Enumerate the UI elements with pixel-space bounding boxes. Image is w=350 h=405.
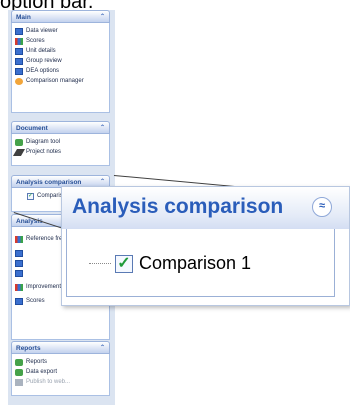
comparison-item[interactable]: ✓ Comparison 1 [89,253,251,274]
main-panel: Main ⌃ Data viewer Scores Unit details G… [11,10,110,113]
sidebar-item-label: Project notes [26,149,62,155]
group-icon [15,57,23,65]
sidebar-item-data-export[interactable]: Data export [15,367,106,377]
analysis-comparison-panel-title: Analysis comparison [16,179,82,186]
sidebar-item-data-viewer[interactable]: Data viewer [15,26,106,36]
main-panel-title: Main [16,14,31,21]
chart-icon [15,249,23,257]
sidebar-item-diagram-tool[interactable]: Diagram tool [15,137,106,147]
zoomed-analysis-comparison-panel: Analysis comparison ≈ ✓ Comparison 1 [61,186,350,306]
options-icon [15,67,23,75]
unit-icon [15,47,23,55]
sidebar-item-label: Data viewer [26,28,58,34]
checkbox-icon[interactable]: ✓ [27,192,34,200]
reference-icon [15,235,23,243]
chart-icon [15,259,23,267]
comparison-label: Comparison 1 [139,253,252,273]
improvement-icon [15,283,23,291]
main-panel-header[interactable]: Main ⌃ [11,10,110,23]
scores-icon [15,37,23,45]
sidebar-item-comparison-manager[interactable]: Comparison manager [15,76,106,86]
document-panel: Document ⌃ Diagram tool Project notes [11,121,110,166]
sidebar-item-dea-options[interactable]: DEA options [15,66,106,76]
grid-icon [15,27,23,35]
checkbox-icon[interactable]: ✓ [115,254,133,273]
document-panel-title: Document [16,125,48,132]
sidebar-item-unit-details[interactable]: Unit details [15,46,106,56]
manager-icon [15,77,23,85]
sidebar-item-label: Publish to web... [26,379,71,385]
collapse-icon[interactable]: ⌃ [100,122,105,135]
publish-icon [15,378,23,386]
sidebar-item-label: Scores [26,38,45,44]
reports-panel: Reports ⌃ Reports Data export Publish to… [11,341,110,396]
sidebar-item-label: DEA options [26,68,60,74]
zoomed-panel-title: Analysis comparison [72,195,284,218]
collapse-panel-icon[interactable]: ≈ [312,197,332,217]
pen-icon [12,148,26,156]
diagram-icon [15,138,23,146]
reports-panel-title: Reports [16,345,41,352]
reports-panel-header[interactable]: Reports ⌃ [11,341,110,354]
sidebar-item-reports[interactable]: Reports [15,357,106,367]
sidebar-item-label: Group review [26,58,62,64]
sidebar-item-label: Reports [26,359,48,365]
collapse-icon[interactable]: ⌃ [100,11,105,24]
collapse-icon[interactable]: ⌃ [100,342,105,355]
sidebar-item-publish: Publish to web... [15,377,106,387]
sidebar-item-label: Unit details [26,48,56,54]
reports-icon [15,358,23,366]
sidebar-item-project-notes[interactable]: Project notes [12,147,106,157]
sidebar-item-group-review[interactable]: Group review [15,56,106,66]
zoomed-panel-body: ✓ Comparison 1 [66,229,335,297]
sidebar-item-label: Diagram tool [26,139,61,145]
sidebar-item-label: Data export [26,369,58,375]
export-icon [15,368,23,376]
zoomed-panel-header[interactable]: Analysis comparison ≈ [62,187,349,229]
chart-icon [15,269,23,277]
scores-icon [15,297,23,305]
document-panel-header[interactable]: Document ⌃ [11,121,110,134]
tree-connector [89,263,111,264]
sidebar-item-scores[interactable]: Scores [15,36,106,46]
sidebar-item-label: Scores [26,298,45,304]
sidebar-item-label: Comparison manager [26,78,84,84]
